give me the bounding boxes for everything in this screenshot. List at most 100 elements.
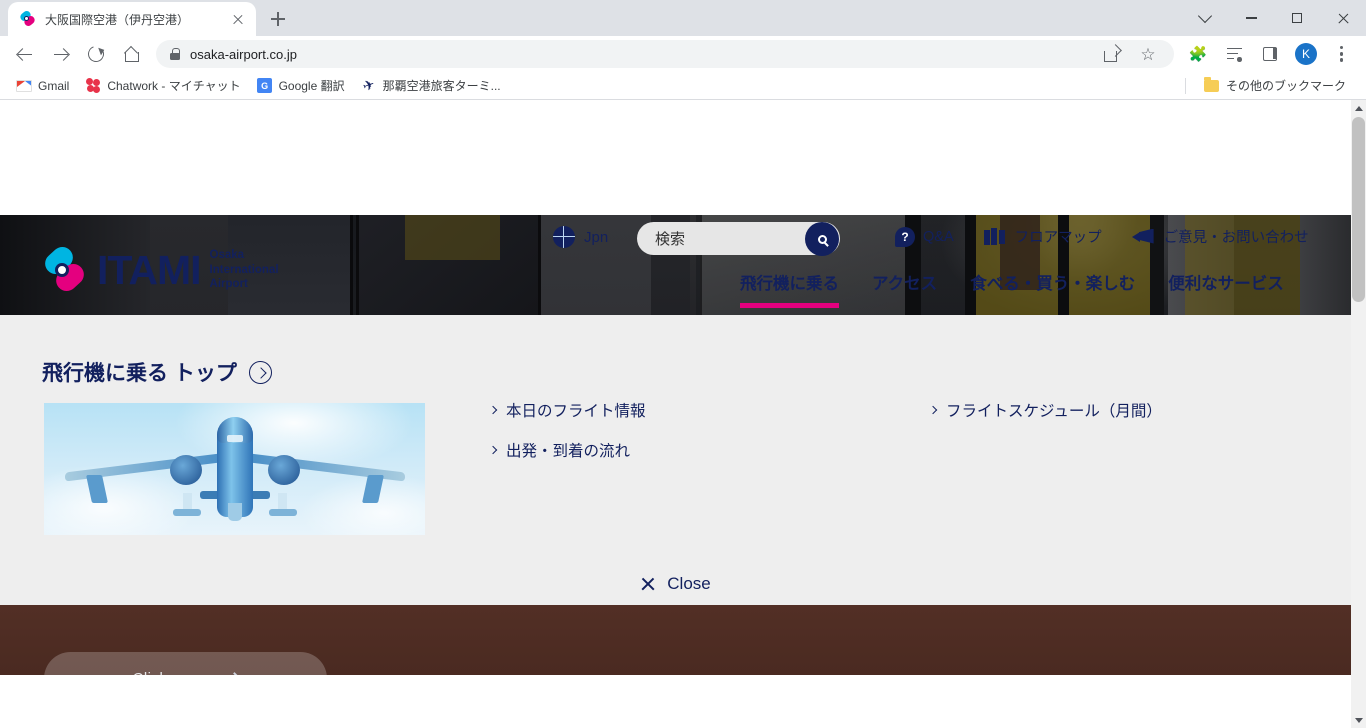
home-button[interactable] bbox=[118, 40, 146, 68]
forward-button[interactable] bbox=[46, 40, 74, 68]
minimize-icon[interactable] bbox=[1228, 0, 1274, 36]
header-link-contact[interactable]: ご意見・お問い合わせ bbox=[1131, 226, 1309, 247]
nav-item-flights[interactable]: 飛行機に乗る bbox=[740, 270, 839, 308]
header-link-label: フロアマップ bbox=[1014, 230, 1102, 246]
chevron-right-icon bbox=[488, 405, 498, 415]
new-tab-button[interactable] bbox=[264, 5, 292, 33]
scroll-down-arrow-icon[interactable] bbox=[1351, 713, 1366, 728]
address-bar[interactable]: osaka-airport.co.jp ☆ bbox=[156, 40, 1174, 68]
tab-close-icon[interactable] bbox=[228, 9, 248, 29]
gmail-icon bbox=[16, 78, 32, 94]
bookmark-label: 那覇空港旅客ターミ... bbox=[382, 79, 501, 93]
other-bookmarks-button[interactable]: その他のブックマーク bbox=[1196, 75, 1354, 97]
bookmarks-bar: Gmail Chatwork - マイチャット G Google 翻訳 ✈ 那覇… bbox=[0, 72, 1366, 100]
page-viewport: Click ITAMI Osaka International Airport … bbox=[0, 100, 1366, 728]
google-translate-icon: G bbox=[257, 78, 273, 94]
close-label: Close bbox=[667, 573, 711, 593]
header-link-qa[interactable]: ? Q&A bbox=[895, 226, 954, 247]
scrollbar-thumb[interactable] bbox=[1352, 117, 1365, 302]
itami-logo-mark bbox=[40, 242, 89, 296]
mega-link-departure-arrival-flow[interactable]: 出発・到着の流れ bbox=[488, 439, 631, 461]
window-close-icon[interactable] bbox=[1320, 0, 1366, 36]
share-icon[interactable] bbox=[1098, 40, 1126, 68]
header-link-label: Q&A bbox=[923, 228, 954, 245]
bookmark-label: Chatwork - マイチャット bbox=[107, 79, 241, 93]
nav-item-label: 食べる・買う・楽しむ bbox=[970, 275, 1136, 293]
mega-link-label: 出発・到着の流れ bbox=[506, 443, 631, 460]
avatar-initial: K bbox=[1295, 43, 1317, 65]
globe-icon bbox=[553, 226, 575, 248]
bookmark-star-icon[interactable]: ☆ bbox=[1134, 40, 1162, 68]
mega-link-label: 本日のフライト情報 bbox=[506, 403, 646, 420]
site-logo[interactable]: ITAMI Osaka International Airport bbox=[40, 242, 279, 296]
chevron-right-icon bbox=[488, 445, 498, 455]
header-link-label: ご意見・お問い合わせ bbox=[1163, 230, 1309, 246]
profile-avatar[interactable]: K bbox=[1292, 40, 1320, 68]
close-x-icon bbox=[640, 576, 656, 592]
scroll-up-arrow-icon[interactable] bbox=[1351, 100, 1366, 115]
browser-menu-icon[interactable] bbox=[1328, 40, 1356, 68]
back-button[interactable] bbox=[10, 40, 38, 68]
window-more-icon[interactable] bbox=[1182, 0, 1228, 36]
reload-button[interactable] bbox=[82, 40, 110, 68]
chatwork-icon bbox=[85, 78, 101, 94]
header-util-links: ? Q&A フロアマップ ご意見・お問い合わせ bbox=[895, 226, 1309, 247]
extensions-icon[interactable]: 🧩 bbox=[1184, 40, 1212, 68]
megaphone-icon bbox=[1131, 229, 1155, 245]
logo-wordmark: ITAMI bbox=[97, 246, 202, 293]
logo-sub-line2: International bbox=[209, 263, 279, 276]
mega-menu-close-button[interactable]: Close bbox=[0, 562, 1351, 605]
chevron-right-icon bbox=[928, 405, 938, 415]
nav-item-label: アクセス bbox=[872, 275, 938, 293]
mega-link-label: フライトスケジュール（月間） bbox=[946, 403, 1162, 420]
side-panel-icon[interactable] bbox=[1256, 40, 1284, 68]
other-bookmarks-label: その他のブックマーク bbox=[1225, 79, 1346, 93]
language-label: Jpn bbox=[584, 228, 609, 246]
mega-menu-title: 飛行機に乗る トップ bbox=[42, 362, 237, 385]
tab-strip: 大阪国際空港（伊丹空港） bbox=[0, 0, 1366, 36]
search-button[interactable] bbox=[805, 222, 839, 256]
maximize-icon[interactable] bbox=[1274, 0, 1320, 36]
nav-item-label: 便利なサービス bbox=[1168, 275, 1284, 293]
bookmark-naha-airport[interactable]: ✈ 那覇空港旅客ターミ... bbox=[353, 75, 509, 97]
bookmark-google-translate[interactable]: G Google 翻訳 bbox=[249, 75, 353, 97]
main-navigation: 飛行機に乗る アクセス 食べる・買う・楽しむ 便利なサービス bbox=[740, 270, 1284, 308]
page-white-area bbox=[0, 675, 1351, 728]
itami-favicon bbox=[18, 9, 37, 28]
floor-map-icon bbox=[983, 228, 1006, 245]
airplane-illustration bbox=[64, 417, 405, 529]
logo-sub-line1: Osaka bbox=[209, 249, 245, 262]
media-list-icon[interactable] bbox=[1220, 40, 1248, 68]
nav-item-services[interactable]: 便利なサービス bbox=[1168, 270, 1284, 308]
folder-icon bbox=[1203, 77, 1219, 92]
url-text: osaka-airport.co.jp bbox=[190, 46, 297, 62]
browser-tab[interactable]: 大阪国際空港（伊丹空港） bbox=[8, 2, 256, 36]
logo-subtitle: Osaka International Airport bbox=[210, 248, 279, 291]
circle-arrow-right-icon bbox=[248, 360, 272, 384]
bookmark-gmail[interactable]: Gmail bbox=[8, 75, 77, 97]
nav-item-access[interactable]: アクセス bbox=[872, 270, 937, 308]
browser-window: 大阪国際空港（伊丹空港） osaka-airport.co.jp ☆ 🧩 K G… bbox=[0, 0, 1366, 728]
window-controls bbox=[1182, 0, 1366, 36]
tab-title: 大阪国際空港（伊丹空港） bbox=[45, 12, 190, 27]
bookmark-chatwork[interactable]: Chatwork - マイチャット bbox=[77, 75, 248, 97]
search-value: 検索 bbox=[655, 231, 686, 248]
bookmark-label: Google 翻訳 bbox=[278, 79, 345, 93]
nav-item-eat-shop-enjoy[interactable]: 食べる・買う・楽しむ bbox=[970, 270, 1135, 308]
mega-link-today-flight-info[interactable]: 本日のフライト情報 bbox=[488, 399, 646, 421]
header-link-floormap[interactable]: フロアマップ bbox=[983, 226, 1102, 247]
bookmark-label: Gmail bbox=[38, 78, 70, 93]
mega-menu-title-link[interactable]: 飛行機に乗る トップ bbox=[42, 357, 272, 387]
search-icon bbox=[817, 234, 827, 244]
divider bbox=[1184, 77, 1186, 94]
mega-link-flight-schedule-monthly[interactable]: フライトスケジュール（月間） bbox=[928, 399, 1162, 421]
logo-sub-line3: Airport bbox=[209, 278, 248, 291]
nav-item-label: 飛行機に乗る bbox=[740, 275, 839, 293]
site-header bbox=[0, 100, 1351, 215]
airplane-photo[interactable] bbox=[44, 403, 425, 535]
lock-icon bbox=[170, 48, 180, 60]
page-scrollbar[interactable] bbox=[1351, 100, 1366, 728]
browser-toolbar: osaka-airport.co.jp ☆ 🧩 K bbox=[0, 36, 1366, 72]
question-icon: ? bbox=[895, 226, 915, 247]
language-switcher[interactable]: Jpn bbox=[553, 226, 608, 248]
